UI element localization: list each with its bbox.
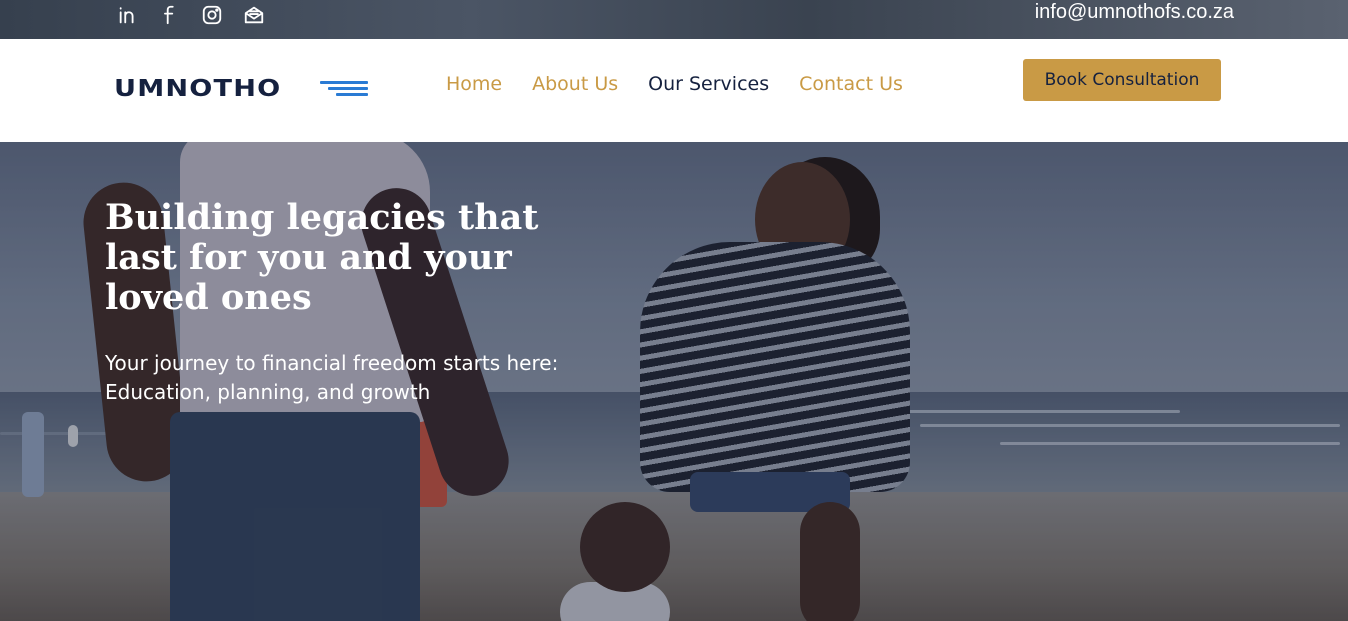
hero-subtitle-line: Your journey to financial freedom starts… bbox=[105, 351, 559, 375]
nav-item-about-us[interactable]: About Us bbox=[532, 73, 618, 95]
linkedin-icon[interactable] bbox=[116, 3, 140, 27]
social-links bbox=[116, 3, 266, 27]
book-consultation-button[interactable]: Book Consultation bbox=[1023, 59, 1221, 101]
top-bar: info@umnothofs.co.za bbox=[0, 0, 1348, 39]
nav-item-our-services[interactable]: Our Services bbox=[648, 73, 769, 95]
logo-lines-mark bbox=[320, 79, 368, 97]
nav-item-contact-us[interactable]: Contact Us bbox=[799, 73, 903, 95]
hero-subtitle-line: Education, planning, and growth bbox=[105, 380, 431, 404]
facebook-icon[interactable] bbox=[158, 3, 182, 27]
hero-title-line: last for you and your bbox=[105, 237, 512, 278]
nav-item-home[interactable]: Home bbox=[446, 73, 502, 95]
hero-subtitle: Your journey to financial freedom starts… bbox=[105, 349, 585, 407]
hero-title-line: loved ones bbox=[105, 277, 312, 318]
site-header: UMNOTHO Home About Us Our Services Conta… bbox=[0, 39, 1348, 142]
contact-email-link[interactable]: info@umnothofs.co.za bbox=[1035, 1, 1234, 24]
mail-icon[interactable] bbox=[242, 3, 266, 27]
site-logo[interactable]: UMNOTHO bbox=[114, 76, 368, 102]
logo-text: UMNOTHO bbox=[114, 76, 282, 102]
instagram-icon[interactable] bbox=[200, 3, 224, 27]
hero-title: Building legacies that last for you and … bbox=[105, 198, 575, 318]
main-nav: Home About Us Our Services Contact Us bbox=[446, 73, 903, 95]
hero-section: Building legacies that last for you and … bbox=[0, 142, 1348, 621]
hero-title-line: Building legacies that bbox=[105, 197, 539, 238]
